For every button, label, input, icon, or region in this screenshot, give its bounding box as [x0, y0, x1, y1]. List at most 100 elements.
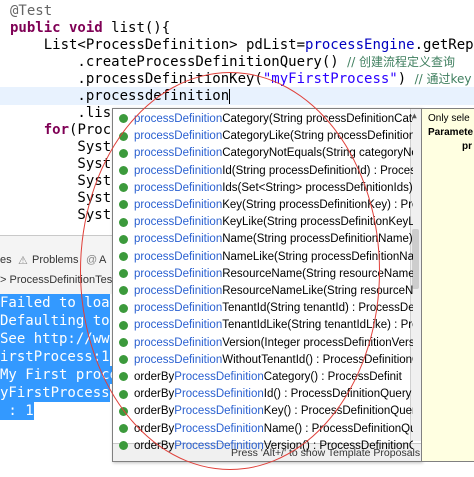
proposal-prefix: orderBy — [134, 439, 175, 452]
code-line[interactable]: .processDefinitionKey("myFirstProcess") … — [10, 70, 472, 88]
code-line[interactable]: @Test — [10, 2, 52, 20]
code-token: for — [43, 122, 70, 138]
proposal-item[interactable]: processDefinitionTenantIdLike(String ten… — [113, 317, 413, 334]
proposal-signature: Key(String processDefinitionKey) : Proce — [222, 199, 413, 211]
public-method-icon — [119, 131, 128, 141]
tab-partial-a[interactable]: A — [99, 254, 106, 266]
proposal-match-highlight: ProcessDefinition — [174, 439, 264, 452]
proposal-prefix: orderBy — [134, 405, 175, 418]
proposal-item[interactable]: orderByProcessDefinitionName() : Process… — [113, 421, 413, 438]
proposal-item[interactable]: processDefinitionCategoryLike(String pro… — [113, 128, 413, 145]
proposal-match-highlight: processDefinition — [134, 113, 223, 125]
public-method-icon — [119, 355, 128, 365]
proposal-item[interactable]: processDefinitionId(String processDefini… — [113, 163, 413, 180]
proposal-match-highlight: processDefinition — [134, 181, 223, 194]
proposal-item[interactable]: processDefinitionCategory(String process… — [113, 111, 413, 128]
proposal-item[interactable]: processDefinitionResourceName(String res… — [113, 266, 413, 283]
proposal-item[interactable]: processDefinitionNameLike(String process… — [113, 249, 413, 266]
code-line[interactable]: .lis — [10, 104, 111, 122]
proposal-item[interactable]: processDefinitionCategoryNotEquals(Strin… — [113, 145, 413, 162]
bottom-panel: es ⚠ Problems @ A > ProcessDefinitionTes… — [0, 235, 120, 477]
proposal-signature: Version(Integer processDefinitionVersio — [222, 336, 413, 349]
proposal-match-highlight: processDefinition — [134, 147, 223, 160]
proposal-signature: ResourceNameLike(String resourceNameLik — [222, 285, 413, 297]
proposal-item[interactable]: processDefinitionKeyLike(String processD… — [113, 214, 413, 231]
proposal-item[interactable]: orderByProcessDefinitionVersion() : Proc… — [113, 438, 413, 455]
public-method-icon — [119, 424, 128, 434]
javadoc-hover-pane: Only sele Paramete pr — [421, 108, 474, 462]
console-line: : 1 — [0, 402, 34, 420]
console-line: My First proce — [0, 366, 119, 384]
proposal-item[interactable]: processDefinitionKey(String processDefin… — [113, 197, 413, 214]
test-run-label: > ProcessDefinitionTes — [0, 274, 113, 286]
console-line: Defaulting to — [0, 312, 110, 330]
proposal-signature: Name(String processDefinitionName) : P — [222, 233, 413, 246]
proposal-match-highlight: processDefinition — [134, 336, 223, 349]
proposal-item[interactable]: processDefinitionIds(Set<String> process… — [113, 180, 413, 197]
code-line[interactable]: .createProcessDefinitionQuery() // 创建流程定… — [10, 53, 455, 71]
code-token: public void — [10, 20, 112, 36]
proposal-match-highlight: processDefinition — [134, 164, 223, 177]
proposal-match-highlight: processDefinition — [134, 302, 223, 315]
proposal-item[interactable]: processDefinitionTenantId(String tenantI… — [113, 300, 413, 317]
code-line[interactable]: Syst — [10, 206, 111, 224]
code-token: @Test — [10, 3, 53, 19]
code-token: Syst — [10, 173, 112, 189]
public-method-icon — [119, 183, 128, 193]
code-line[interactable]: Syst — [10, 138, 111, 156]
code-line[interactable]: Syst — [10, 172, 111, 190]
tab-partial[interactable]: es — [0, 254, 12, 266]
public-method-icon — [119, 441, 128, 451]
code-line[interactable]: public void list(){ — [10, 19, 170, 37]
console-line: yFirstProcess — [0, 384, 110, 402]
proposal-item[interactable]: processDefinitionVersion(Integer process… — [113, 335, 413, 352]
code-token: (Proc — [69, 122, 112, 138]
proposal-signature: NameLike(String processDefinitionNameL — [222, 250, 413, 263]
javadoc-icon: @ — [86, 254, 98, 266]
code-token: Syst — [10, 139, 112, 155]
proposal-item[interactable]: orderByProcessDefinitionKey() : ProcessD… — [113, 403, 413, 420]
code-line[interactable]: for(Proc — [10, 121, 111, 139]
console-line: See http://ww — [0, 330, 110, 348]
content-assist-popup[interactable]: ▲ Press 'Alt+/' to show Template Proposa… — [112, 108, 422, 462]
public-method-icon — [119, 252, 128, 262]
public-method-icon — [119, 389, 128, 399]
proposal-signature: KeyLike(String processDefinitionKeyLike) — [222, 216, 413, 229]
proposal-match-highlight: ProcessDefinition — [174, 422, 264, 435]
proposal-signature: TenantIdLike(String tenantIdLike) : Proc… — [222, 319, 413, 332]
console-line: irstProcess:1 — [0, 348, 110, 366]
code-line[interactable]: Syst — [10, 155, 111, 173]
code-token: List<ProcessDefinition> pdList= — [10, 37, 306, 53]
public-method-icon — [119, 320, 128, 330]
text-caret — [229, 88, 231, 104]
scroll-thumb[interactable] — [412, 229, 419, 289]
code-line[interactable]: List<ProcessDefinition> pdList=processEn… — [10, 36, 474, 54]
tab-problems[interactable]: Problems — [32, 254, 78, 266]
code-token: .processdefinition — [10, 88, 230, 104]
proposal-signature: CategoryLike(String processDefinitionCa — [222, 130, 413, 143]
proposal-signature: Id(String processDefinitionId) : Process — [222, 164, 413, 177]
proposal-item[interactable]: orderByProcessDefinitionId() : ProcessDe… — [113, 386, 413, 403]
proposal-item[interactable]: processDefinitionResourceNameLike(String… — [113, 283, 413, 300]
code-token: .createProcessDefinitionQuery() — [10, 54, 348, 70]
proposal-prefix: orderBy — [134, 388, 175, 401]
code-token: ) — [397, 71, 415, 87]
public-method-icon — [119, 372, 128, 382]
code-token: .lis — [10, 105, 112, 121]
code-line[interactable]: Syst — [10, 189, 111, 207]
public-method-icon — [119, 200, 128, 210]
proposal-item[interactable]: processDefinitionWithoutTenantId() : Pro… — [113, 352, 413, 369]
code-token: // 通过key — [414, 72, 472, 86]
console-output[interactable]: Failed to loa Defaulting to See http://ww i… — [0, 294, 120, 477]
public-method-icon — [119, 217, 128, 227]
code-token: // 创建流程定义查询 — [347, 55, 456, 69]
proposal-signature: ResourceName(String resourceName) : P — [222, 267, 413, 280]
code-token: .getRepos — [414, 37, 474, 53]
proposal-item[interactable]: processDefinitionName(String processDefi… — [113, 231, 413, 248]
proposal-item[interactable]: orderByProcessDefinitionCategory() : Pro… — [113, 369, 413, 386]
code-token: processEngine — [305, 37, 415, 53]
code-line-current[interactable]: .processdefinition — [0, 87, 474, 105]
public-method-icon — [119, 406, 128, 416]
problems-icon: ⚠ — [18, 255, 28, 267]
